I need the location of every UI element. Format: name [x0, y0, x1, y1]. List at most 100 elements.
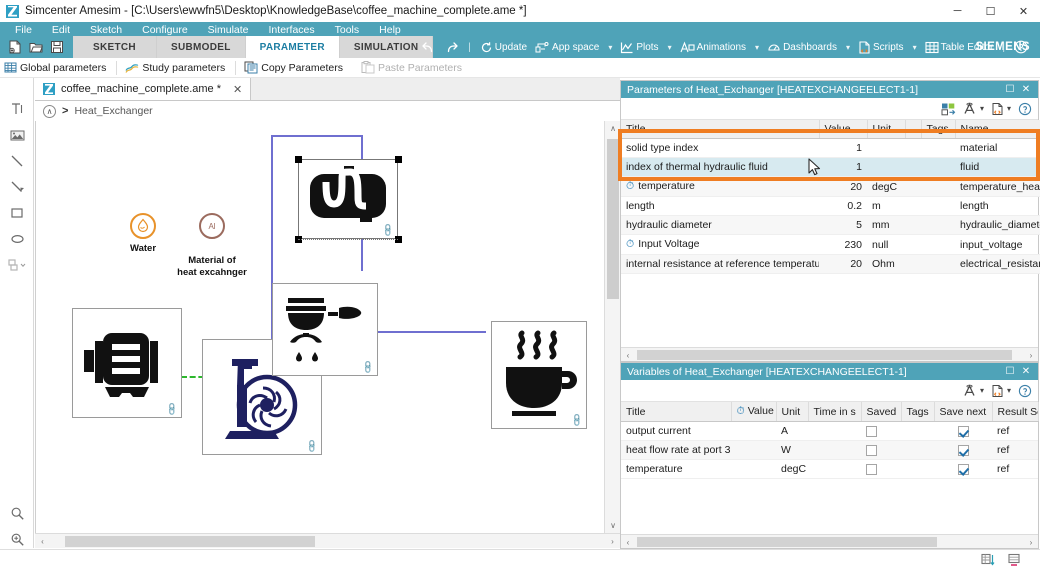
- help-icon[interactable]: [1018, 102, 1032, 116]
- variables-col-save-next[interactable]: Save next: [934, 402, 993, 422]
- scripts-chevron-down-icon[interactable]: ▾: [913, 43, 917, 52]
- parameters-col-value[interactable]: Value: [819, 120, 868, 139]
- plots-button[interactable]: Plots: [620, 41, 659, 54]
- animations-button[interactable]: Animations: [680, 40, 746, 54]
- variables-col-time[interactable]: Time in s: [808, 402, 862, 422]
- save-next-checkbox[interactable]: [957, 463, 969, 475]
- table-row[interactable]: index of thermal hydraulic fluid 1 fluid: [621, 157, 1040, 177]
- parameters-scroll-right-button[interactable]: ›: [1024, 348, 1038, 362]
- maximize-button[interactable]: ☐: [974, 0, 1007, 22]
- export-chevron-down-icon[interactable]: ▾: [1007, 386, 1011, 395]
- line-tool-icon[interactable]: [0, 148, 34, 174]
- saved-checkbox[interactable]: [866, 463, 877, 475]
- app-space-chevron-down-icon[interactable]: ▾: [608, 43, 612, 52]
- export-icon[interactable]: ▾: [991, 384, 1011, 398]
- help-icon[interactable]: [1018, 384, 1032, 398]
- canvas-vertical-scroll-thumb[interactable]: [607, 139, 619, 299]
- table-editor-button[interactable]: Table Editor: [925, 41, 993, 54]
- canvas-scroll-left-button[interactable]: ‹: [35, 534, 50, 549]
- parameters-col-title[interactable]: Title: [621, 120, 820, 139]
- parameters-horizontal-scrollbar[interactable]: ‹ ›: [621, 347, 1038, 361]
- tab-parameter[interactable]: PARAMETER: [245, 36, 340, 58]
- font-options-icon[interactable]: ▾: [963, 101, 984, 116]
- canvas-horizontal-scrollbar[interactable]: ‹ ›: [35, 533, 620, 548]
- parameters-panel-close-button[interactable]: ✕: [1018, 84, 1034, 95]
- motor-component[interactable]: 🔗: [72, 308, 182, 418]
- dashboards-button[interactable]: Dashboards: [767, 41, 837, 54]
- param-value[interactable]: 20: [819, 176, 867, 197]
- paste-parameters-button[interactable]: Paste Parameters: [353, 58, 472, 78]
- parameters-col-blank[interactable]: [905, 120, 922, 139]
- tab-submodel[interactable]: SUBMODEL: [157, 36, 246, 58]
- document-tab-coffee-machine[interactable]: coffee_machine_complete.ame * ✕: [35, 78, 252, 100]
- close-button[interactable]: ✕: [1007, 0, 1040, 22]
- parameters-scroll-thumb[interactable]: [637, 350, 1012, 360]
- variables-col-saved[interactable]: Saved: [861, 402, 902, 422]
- parameters-panel-restore-button[interactable]: ☐: [1002, 84, 1018, 95]
- font-options-chevron-down-icon[interactable]: ▾: [980, 386, 984, 395]
- new-document-icon[interactable]: [6, 39, 23, 56]
- text-tool-icon[interactable]: [0, 96, 34, 122]
- undo-button[interactable]: [421, 41, 436, 54]
- param-value[interactable]: 1: [819, 157, 867, 177]
- variables-panel-close-button[interactable]: ✕: [1018, 366, 1034, 377]
- list-status-icon[interactable]: [1007, 553, 1022, 567]
- aluminium-material-icon[interactable]: Al: [199, 213, 225, 239]
- export-icon[interactable]: ▾: [991, 102, 1011, 116]
- variables-scroll-thumb[interactable]: [637, 537, 937, 547]
- portafilter-component[interactable]: 🔗: [272, 283, 378, 376]
- plots-chevron-down-icon[interactable]: ▾: [668, 43, 672, 52]
- animations-chevron-down-icon[interactable]: ▾: [755, 43, 759, 52]
- dashboards-chevron-down-icon[interactable]: ▾: [846, 43, 850, 52]
- param-value[interactable]: 230: [819, 234, 867, 255]
- table-row[interactable]: heat flow rate at port 3 W ref: [621, 440, 1038, 460]
- heat-exchanger-component[interactable]: 🔗: [298, 159, 398, 239]
- variables-scroll-right-button[interactable]: ›: [1024, 535, 1038, 549]
- update-button[interactable]: Update: [480, 41, 527, 54]
- variables-col-unit[interactable]: Unit: [776, 402, 809, 422]
- sketch-canvas[interactable]: 🔗 🔗 🔗 🔗 🔗 Water Al Material of heat exca…: [35, 121, 620, 533]
- saved-checkbox[interactable]: [866, 444, 877, 456]
- redo-button[interactable]: [444, 41, 459, 54]
- canvas-vertical-scrollbar[interactable]: ∧ ∨: [604, 121, 621, 533]
- display-mode-icon[interactable]: [941, 102, 956, 116]
- param-value[interactable]: 20: [819, 254, 867, 274]
- coffee-cup-component[interactable]: 🔗: [491, 321, 587, 429]
- app-space-button[interactable]: App space: [535, 41, 599, 54]
- table-row[interactable]: ⏱ Input Voltage 230 null input_voltage: [621, 234, 1040, 255]
- parameters-col-unit[interactable]: Unit: [867, 120, 906, 139]
- canvas-scroll-right-button[interactable]: ›: [605, 534, 620, 549]
- selection-handle-tr[interactable]: [395, 156, 402, 163]
- variables-panel-restore-button[interactable]: ☐: [1002, 366, 1018, 377]
- global-parameters-button[interactable]: Global parameters: [0, 58, 116, 78]
- variables-col-result-set[interactable]: Result Set: [992, 402, 1039, 422]
- copy-parameters-button[interactable]: Copy Parameters: [236, 58, 353, 78]
- canvas-horizontal-scroll-thumb[interactable]: [65, 536, 315, 547]
- variables-col-tags[interactable]: Tags: [901, 402, 935, 422]
- scripts-button[interactable]: Scripts: [858, 40, 904, 54]
- parameters-scroll-left-button[interactable]: ‹: [621, 348, 635, 362]
- image-tool-icon[interactable]: [0, 122, 34, 148]
- tab-sketch[interactable]: SKETCH: [73, 36, 157, 58]
- study-parameters-button[interactable]: Study parameters: [117, 58, 235, 78]
- minimize-button[interactable]: ─: [941, 0, 974, 22]
- parameters-col-tags[interactable]: Tags: [921, 120, 956, 139]
- param-value[interactable]: 1: [819, 138, 867, 158]
- table-row[interactable]: length 0.2 m length: [621, 196, 1040, 216]
- selection-handle-tl[interactable]: [295, 156, 302, 163]
- variables-col-value[interactable]: ⏱ Value: [731, 402, 777, 422]
- help-icon[interactable]: [1014, 40, 1028, 54]
- water-material-icon[interactable]: [130, 213, 156, 239]
- variables-horizontal-scrollbar[interactable]: ‹ ›: [621, 534, 1038, 548]
- variables-scroll-left-button[interactable]: ‹: [621, 535, 635, 549]
- breadcrumb-up-icon[interactable]: ∧: [43, 104, 56, 118]
- document-tab-close-icon[interactable]: ✕: [233, 83, 242, 96]
- open-folder-icon[interactable]: [27, 39, 44, 56]
- save-next-checkbox[interactable]: [957, 444, 969, 456]
- group-tool-icon[interactable]: [0, 252, 34, 278]
- zoom-tool-icon[interactable]: [0, 500, 34, 526]
- canvas-scroll-up-button[interactable]: ∧: [605, 121, 621, 136]
- sort-status-icon[interactable]: [981, 553, 996, 567]
- save-next-checkbox[interactable]: [957, 425, 969, 437]
- font-options-chevron-down-icon[interactable]: ▾: [980, 104, 984, 113]
